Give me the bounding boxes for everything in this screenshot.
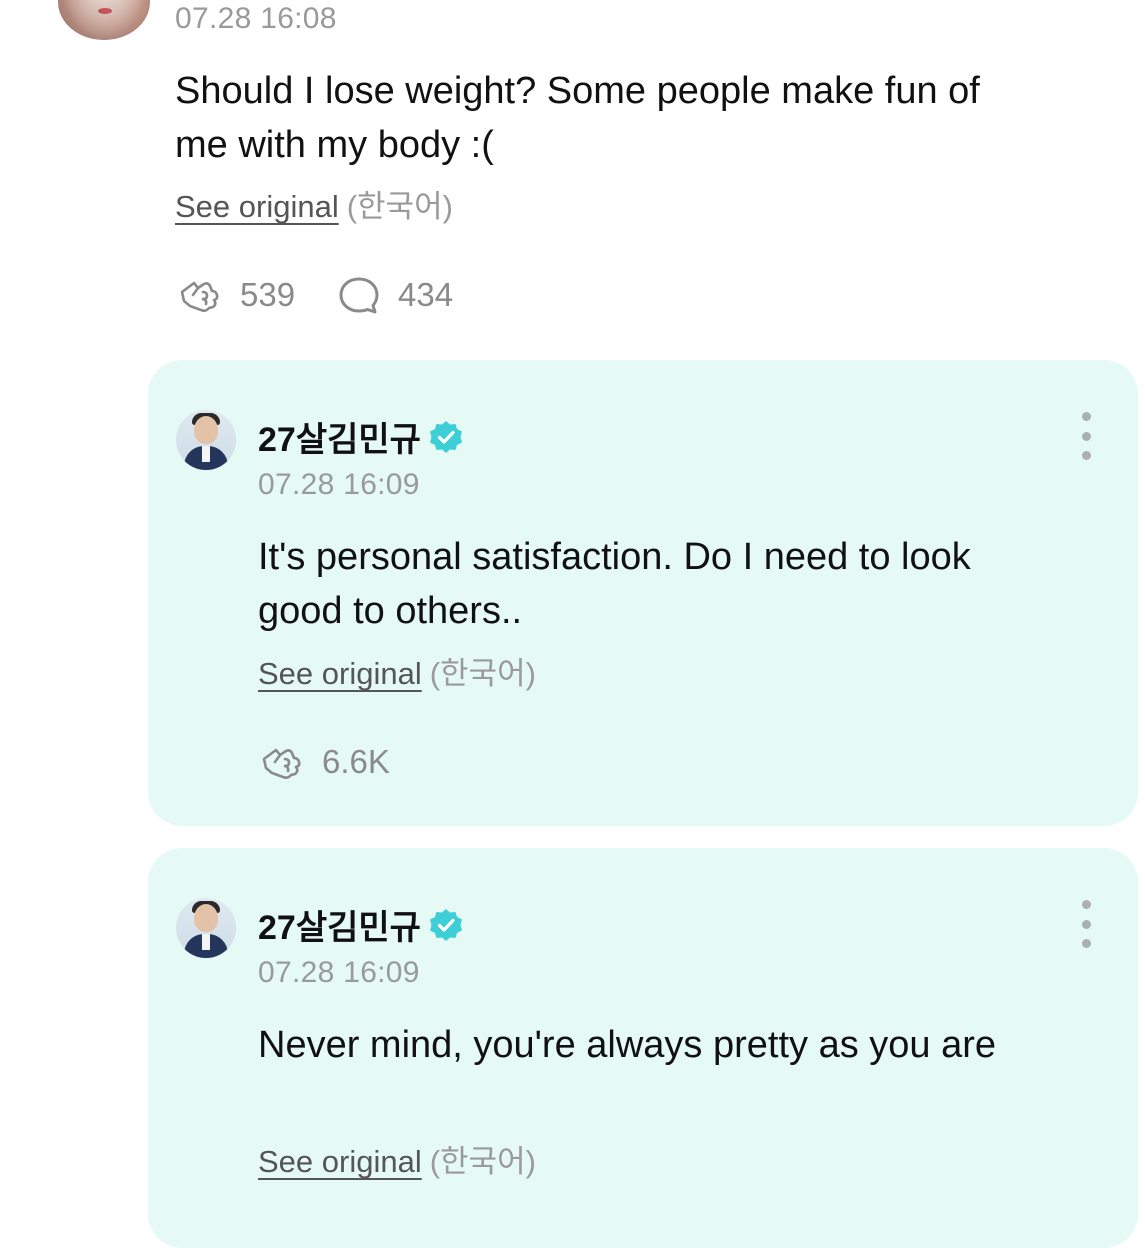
reply-username-row: 27살김민규 — [258, 900, 465, 949]
more-options-icon-dot — [1081, 451, 1091, 460]
reply-body: Never mind, you're always pretty as you … — [258, 1018, 996, 1072]
more-options-icon — [1081, 900, 1091, 909]
like-count: 539 — [240, 276, 296, 313]
like-icon — [180, 281, 219, 312]
more-options-icon — [1081, 412, 1091, 421]
see-original-link[interactable]: See original — [258, 656, 422, 691]
reply-card: 27살김민규 07.28 16:09 Never mind, you're al… — [148, 848, 1138, 1248]
reply-card: 27살김민규 07.28 16:09 It's personal satisfa… — [148, 360, 1138, 826]
reply-translation-info: See original (한국어) — [258, 648, 536, 693]
comment-button[interactable]: 434 — [338, 275, 453, 315]
see-original-link[interactable]: See original — [258, 1144, 422, 1179]
see-original-link[interactable]: See original — [175, 189, 339, 224]
more-options-icon-dot — [1081, 939, 1091, 948]
avatar-lips — [98, 8, 112, 14]
more-options-button[interactable] — [1076, 412, 1096, 460]
like-button[interactable]: 539 — [176, 275, 295, 315]
original-language-label: (한국어) — [429, 1144, 536, 1179]
like-count: 6.6K — [322, 743, 390, 780]
avatar-shirt — [202, 934, 210, 950]
more-options-icon-dot — [1081, 431, 1091, 441]
reply-username[interactable]: 27살김민규 — [258, 412, 421, 461]
reply-body-line: Never mind, you're always pretty as you … — [258, 1024, 997, 1066]
comment-icon — [339, 277, 379, 314]
avatar-hair — [58, 0, 150, 40]
post-body-line: me with my body :( — [175, 124, 494, 166]
like-icon — [262, 748, 301, 779]
avatar-shirt — [202, 446, 210, 462]
original-language-label: (한국어) — [346, 189, 453, 224]
reply-translation-info: See original (한국어) — [258, 1136, 536, 1181]
more-options-icon-dot — [1081, 919, 1091, 929]
verified-badge-icon — [429, 908, 462, 941]
like-button[interactable]: 6.6K — [258, 742, 390, 782]
reply-body-line: It's personal satisfaction. Do I need to… — [258, 536, 971, 578]
reply-body-line: good to others.. — [258, 590, 523, 632]
reply-username[interactable]: 27살김민규 — [258, 900, 421, 949]
post-translation-info: See original (한국어) — [175, 181, 453, 226]
reply-timestamp: 07.28 16:09 — [258, 468, 420, 501]
reply-timestamp: 07.28 16:09 — [258, 956, 420, 989]
avatar-face — [194, 904, 218, 932]
post-body: Should I lose weight? Some people make f… — [175, 64, 980, 172]
post-timestamp: 07.28 16:08 — [175, 2, 337, 35]
reply-author-avatar[interactable] — [176, 898, 236, 958]
reply-body: It's personal satisfaction. Do I need to… — [258, 530, 971, 638]
avatar-face — [194, 416, 218, 444]
post-body-line: Should I lose weight? Some people make f… — [175, 70, 980, 112]
post-author-avatar[interactable] — [58, 0, 150, 40]
reply-author-avatar[interactable] — [176, 410, 236, 470]
original-language-label: (한국어) — [429, 656, 536, 691]
reply-username-row: 27살김민규 — [258, 412, 465, 461]
more-options-button[interactable] — [1076, 900, 1096, 948]
comment-count: 434 — [398, 276, 454, 313]
verified-badge-icon — [429, 420, 462, 453]
